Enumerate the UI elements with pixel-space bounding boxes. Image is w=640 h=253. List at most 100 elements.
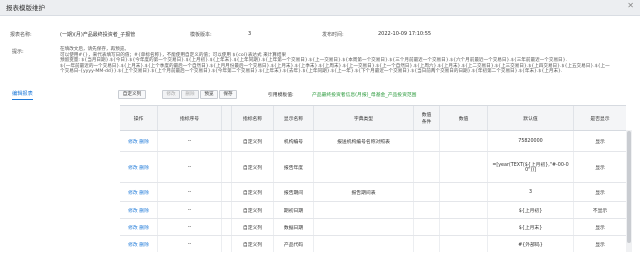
cell-name: 自定义列: [232, 219, 274, 235]
delete-link[interactable]: 删除: [139, 224, 149, 231]
cell-show: 显示: [595, 190, 605, 196]
col-header-display: 显示名称: [274, 106, 314, 130]
tab-edit-report[interactable]: 编辑报表: [12, 90, 33, 100]
col-header-name: 指标名称: [232, 106, 274, 130]
cell-value: [440, 131, 488, 151]
cell-value: [440, 236, 488, 252]
save-button[interactable]: 保存: [219, 90, 237, 99]
cell-dict: [314, 219, 414, 235]
hint-line: 预留变量: ${当月日期}.${今日}.${今年度的第一个交易日}.${上月初}…: [60, 58, 568, 64]
table-scrollbar-thumb[interactable]: [627, 131, 631, 243]
cell-value: [440, 219, 488, 235]
cell-show: 显示: [595, 225, 605, 231]
version-label: 模板版本:: [190, 32, 212, 38]
indicator-table: 操作 指标序号 指标名称 显示名称 字典类型 数值 条件 数值 默认值 是否显示…: [120, 105, 626, 253]
cell-index: --: [158, 202, 222, 218]
reference-template-value[interactable]: 产品最终投资者信息(月报)_母基金_产品投资范围: [312, 91, 416, 98]
col-header-blank: [222, 106, 232, 130]
cell-name: 自定义列: [232, 152, 274, 182]
cell-name: 自定义列: [232, 131, 274, 151]
cell-value: [440, 152, 488, 182]
table-row: 修改 删除 -- 自定义列 报告期间 报告期间表 3 显示: [120, 183, 626, 202]
cell-default: #{外部码}: [488, 236, 574, 252]
cell-dict: 报告期间表: [314, 183, 414, 201]
col-header-index: 指标序号: [158, 106, 222, 130]
cell-condition: [414, 183, 440, 201]
edit-link[interactable]: 修改: [128, 224, 138, 231]
delete-button[interactable]: 删除: [181, 90, 199, 99]
cell-show: 显示: [595, 242, 605, 248]
cell-display: 报告期间: [274, 183, 314, 201]
edit-button[interactable]: 修改: [162, 90, 180, 99]
cell-display: 产品代码: [274, 236, 314, 252]
release-time-value: 2022-10-09 17:10:55: [378, 31, 432, 37]
col-header-show: 是否显示: [590, 116, 610, 122]
delete-link[interactable]: 删除: [139, 138, 149, 145]
hint-text: 在填改文后，请先保存，再预览。 可以使用#{}，来代表填写日的值；#{单标名称}…: [60, 47, 630, 75]
version-value: 3: [248, 31, 252, 37]
cell-condition: [414, 131, 440, 151]
col-header-dict: 字典类型: [314, 106, 414, 130]
cell-show: 显示: [595, 139, 605, 145]
cell-default: =[year(TEXT(${上月初},"#-00-00"))]: [488, 152, 574, 182]
preview-button[interactable]: 预览: [200, 90, 218, 99]
cell-dict: [314, 236, 414, 252]
cell-value: [440, 202, 488, 218]
delete-link[interactable]: 删除: [139, 241, 149, 248]
cell-dict: [314, 202, 414, 218]
cell-display: 期初日期: [274, 202, 314, 218]
hint-label: 提示:: [12, 49, 24, 55]
table-row: 修改 删除 -- 自定义列 期初日期 ${上月初} 不显示: [120, 202, 626, 219]
cell-condition: [414, 236, 440, 252]
col-header-value: 数值: [440, 106, 488, 130]
cell-show: 不显示: [592, 208, 608, 214]
window-titlebar: 报表模版维护 ✕: [0, 0, 640, 16]
table-row: 修改 删除 -- 自定义列 机构编号 报送机构编号名称对照表 75820000 …: [120, 131, 626, 152]
close-icon[interactable]: ✕: [627, 1, 634, 10]
cell-index: --: [158, 183, 222, 201]
cell-display: 机构编号: [274, 131, 314, 151]
cell-condition: [414, 152, 440, 182]
edit-link[interactable]: 修改: [128, 138, 138, 145]
cell-condition: [414, 202, 440, 218]
custom-column-button[interactable]: 自定义列: [118, 90, 146, 99]
table-row: 修改 删除 -- 自定义列 产品代码 #{外部码} 显示: [120, 236, 626, 252]
col-header-action: 操作: [120, 106, 158, 130]
cell-dict: [314, 152, 414, 182]
edit-link[interactable]: 修改: [128, 207, 138, 214]
window-title: 报表模版维护: [6, 4, 45, 12]
cell-index: --: [158, 131, 222, 151]
cell-name: 自定义列: [232, 202, 274, 218]
edit-link[interactable]: 修改: [128, 164, 138, 171]
reference-template-label: 引用模板值:: [268, 93, 294, 98]
report-name-label: 报表名称:: [10, 32, 32, 38]
edit-link[interactable]: 修改: [128, 189, 138, 196]
cell-default: ${上月初}: [488, 202, 574, 218]
col-header-condition: 数值 条件: [414, 106, 440, 130]
cell-display: 报告年度: [274, 152, 314, 182]
cell-name: 自定义列: [232, 236, 274, 252]
col-header-default: 默认值: [488, 106, 574, 130]
table-header: 操作 指标序号 指标名称 显示名称 字典类型 数值 条件 数值 默认值 是否显示: [120, 106, 626, 131]
cell-show: 显示: [595, 165, 605, 171]
cell-default: 3: [488, 183, 574, 201]
report-name-value: (一期)(月)产品最终投资者_子报管: [60, 32, 136, 38]
cell-default: 75820000: [488, 131, 574, 151]
cell-value: [440, 183, 488, 201]
cell-index: --: [158, 236, 222, 252]
cell-index: --: [158, 152, 222, 182]
delete-link[interactable]: 删除: [139, 189, 149, 196]
cell-dict: 报送机构编号名称对照表: [314, 131, 414, 151]
delete-link[interactable]: 删除: [139, 164, 149, 171]
hint-line: 个交易日-{yyyy-MM-dd}}.${上个交易日}.${上个月前最后一个交易…: [60, 69, 563, 75]
cell-name: 自定义列: [232, 183, 274, 201]
cell-default: ${上月末}: [488, 219, 574, 235]
edit-link[interactable]: 修改: [128, 241, 138, 248]
cell-display: 数据日期: [274, 219, 314, 235]
delete-link[interactable]: 删除: [139, 207, 149, 214]
table-row: 修改 删除 -- 自定义列 报告年度 =[year(TEXT(${上月初},"#…: [120, 152, 626, 183]
release-time-label: 发布时间:: [322, 32, 344, 38]
cell-condition: [414, 219, 440, 235]
cell-index: --: [158, 219, 222, 235]
table-row: 修改 删除 -- 自定义列 数据日期 ${上月末} 显示: [120, 219, 626, 236]
